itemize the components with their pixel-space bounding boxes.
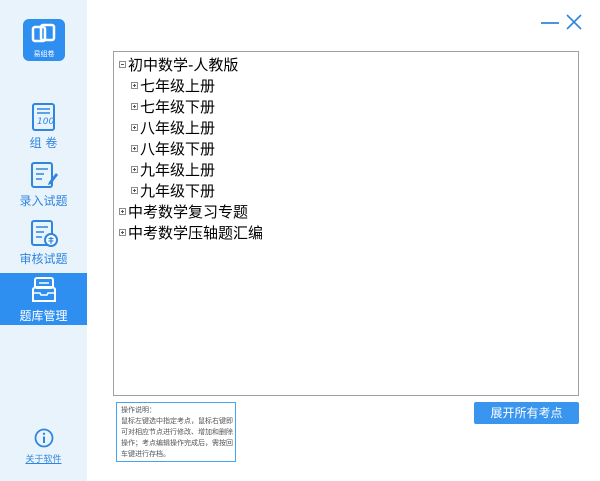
hint-line: 操作；考点编辑操作完成后，需按回 [121, 439, 233, 447]
question-bank-icon [32, 277, 56, 302]
edit-question-icon [31, 162, 58, 188]
tree-node-label: 七年级下册 [140, 98, 216, 116]
sidebar: 易组卷 100 组 卷 录入试题 审核试题 题库管理 关于软件 [0, 0, 87, 481]
logo-icon [31, 23, 56, 43]
expand-all-button[interactable]: 展开所有考点 [474, 402, 579, 424]
app-logo: 易组卷 [23, 19, 65, 61]
nav-label: 录入试题 [19, 194, 68, 208]
svg-text:100: 100 [37, 117, 54, 127]
review-question-icon [31, 220, 58, 247]
logo-text: 易组卷 [33, 50, 55, 58]
tree-node-label: 八年级下册 [140, 140, 216, 158]
expand-icon[interactable] [119, 208, 126, 215]
nav-label: 组 卷 [29, 136, 58, 150]
expand-icon[interactable] [131, 103, 138, 110]
hint-line: 车键进行存档。 [121, 450, 170, 458]
expand-icon[interactable] [131, 187, 138, 194]
tree-node-label: 初中数学-人教版 [128, 56, 239, 74]
nav-item-question-bank[interactable]: 题库管理 [0, 273, 87, 325]
about-label: 关于软件 [25, 455, 62, 465]
expand-icon[interactable] [119, 229, 126, 236]
nav-item-compose[interactable]: 100 组 卷 [0, 100, 87, 154]
tree-node-label: 八年级上册 [140, 119, 216, 137]
nav-label: 审核试题 [19, 252, 68, 266]
operation-instructions: 操作说明： 鼠标左键选中指定考点，鼠标右键即 可对相应节点进行修改、增加和删除 … [116, 402, 236, 462]
tree-node-label: 九年级下册 [140, 182, 216, 200]
close-icon[interactable] [564, 12, 584, 32]
expand-icon[interactable] [131, 82, 138, 89]
hint-line: 可对相应节点进行修改、增加和删除 [121, 428, 233, 436]
exam-paper-icon: 100 [32, 103, 55, 131]
tree-node-label: 中考数学复习专题 [128, 203, 249, 221]
tree-node-label: 九年级上册 [140, 161, 216, 179]
tree-node-label: 中考数学压轴题汇编 [128, 224, 264, 242]
expand-icon[interactable] [131, 124, 138, 131]
minimize-icon[interactable] [540, 12, 560, 32]
knowledge-point-tree[interactable]: 初中数学-人教版 七年级上册 七年级下册 八年级上册 八年级下册 九年级上册 九… [113, 51, 579, 396]
expand-icon[interactable] [131, 145, 138, 152]
about-software-link[interactable]: 关于软件 [0, 428, 87, 468]
nav-item-enter-questions[interactable]: 录入试题 [0, 158, 87, 212]
hint-line: 操作说明： [121, 406, 156, 414]
nav-label: 题库管理 [19, 309, 68, 323]
expand-icon[interactable] [131, 166, 138, 173]
tree-node-label: 七年级上册 [140, 77, 216, 95]
nav-item-review-questions[interactable]: 审核试题 [0, 216, 87, 270]
collapse-icon[interactable] [119, 61, 126, 68]
hint-line: 鼠标左键选中指定考点，鼠标右键即 [121, 417, 233, 425]
info-icon [34, 428, 54, 448]
